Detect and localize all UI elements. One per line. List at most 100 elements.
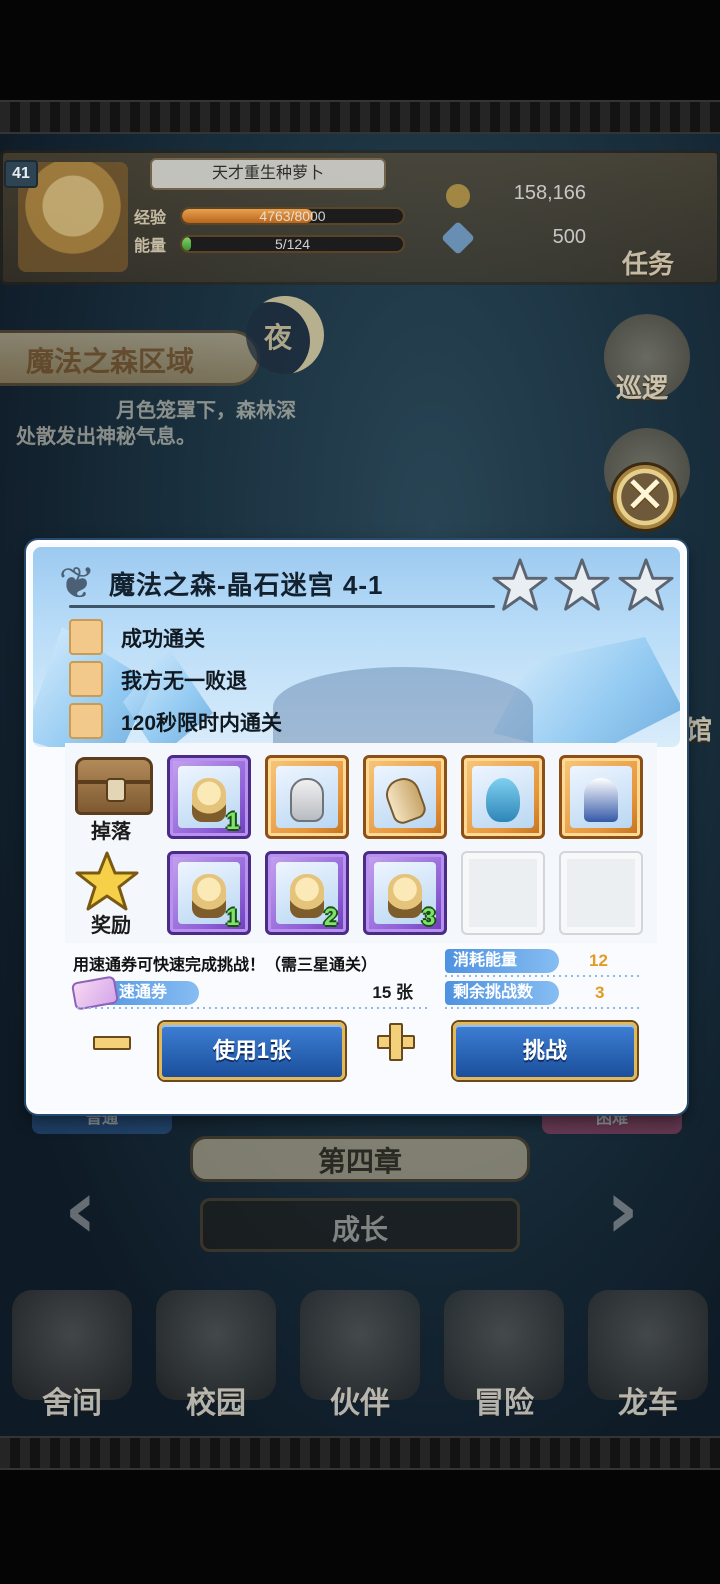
treasure-chest-icon	[75, 757, 153, 815]
top-border-pattern	[0, 100, 720, 134]
chapter-subtitle: 成长	[331, 1214, 388, 1245]
nav-item-house[interactable]: 舍间	[0, 1282, 144, 1432]
stage-star-3-icon	[618, 558, 674, 611]
character-shard-icon	[192, 778, 226, 822]
objective-checkbox	[69, 619, 103, 655]
dotted-divider	[77, 1007, 431, 1009]
challenge-button[interactable]: 挑战	[453, 1022, 637, 1080]
nav-item-school[interactable]: 校园	[144, 1282, 288, 1432]
reward-star-icon	[75, 851, 139, 911]
character-shard-icon	[388, 874, 422, 918]
region-description-line1: 月色笼罩下，森林深	[116, 400, 296, 422]
gold-amount: 158,166	[513, 182, 586, 204]
quick-pass-note: 用速通券可快速完成挑战！（需三星通关）	[73, 957, 378, 974]
title-underline	[69, 605, 495, 608]
drop-slot[interactable]	[559, 755, 643, 839]
objective-label: 成功通关	[121, 628, 205, 651]
rewards-area: 掉落 奖励 1 1 2 3	[65, 743, 657, 943]
currency-panel: 158,166 500	[440, 170, 600, 270]
nav-label: 冒险	[474, 1387, 534, 1420]
title-ornament-icon: ❦	[58, 558, 96, 609]
patrol-button[interactable]: 巡逻	[616, 368, 668, 405]
ticket-icon	[70, 975, 120, 1011]
region-description-line2: 处散发出神秘气息。	[16, 426, 196, 448]
exp-value: 4763/8000	[259, 208, 326, 224]
bottom-letterbox	[0, 1470, 720, 1584]
slot-count: 1	[226, 808, 240, 835]
slot-count: 3	[422, 904, 436, 931]
time-of-day-badge: 夜	[264, 322, 293, 353]
close-button[interactable]: ✕	[610, 462, 680, 532]
exp-row: 经验 4763/8000	[134, 204, 409, 228]
region-title: 魔法之森区域	[26, 346, 195, 377]
slot-count: 1	[226, 904, 240, 931]
objective-checkbox	[69, 703, 103, 739]
rewards-label: 奖励	[91, 915, 131, 937]
energy-value: 5/124	[274, 236, 311, 252]
ticket-row: 速通券 15 张	[70, 975, 431, 1011]
close-icon: ✕	[624, 466, 666, 524]
slot-art	[374, 766, 436, 828]
increase-button[interactable]	[375, 1021, 415, 1061]
gem-icon	[441, 221, 475, 255]
bottom-navigation: 舍间 校园 伙伴 冒险 龙车	[0, 1282, 720, 1432]
drop-slot[interactable]	[265, 755, 349, 839]
armor-icon	[290, 778, 324, 822]
side-partial-label[interactable]: 馆	[686, 710, 712, 747]
chapter-ribbon: 第四章 成长	[160, 1128, 560, 1258]
stage-star-1-icon	[492, 558, 548, 611]
drop-slot[interactable]: 1	[167, 755, 251, 839]
decrease-button[interactable]	[91, 1021, 131, 1061]
top-letterbox	[0, 0, 720, 100]
region-description: 月色笼罩下，森林深 处散发出神秘气息。	[16, 398, 296, 450]
drop-slot[interactable]	[461, 755, 545, 839]
next-chapter-arrow-icon[interactable]: ›	[606, 1170, 646, 1250]
slot-art	[276, 766, 338, 828]
slot-art	[570, 766, 632, 828]
game-screen: 41 天才重生种萝卜 经验 4763/8000 能量 5/124 158,166…	[0, 0, 720, 1584]
nav-label: 龙车	[618, 1387, 678, 1420]
stage-dialog: ❦ 魔法之森-晶石迷宫 4-1 成功通关 我方无一败退 120秒限时内通关 掉落	[26, 540, 687, 1114]
hat-icon	[486, 778, 520, 822]
remaining-value: 3	[595, 983, 605, 1002]
energy-cost-label: 消耗能量	[445, 949, 559, 973]
player-level: 41	[4, 160, 38, 188]
gem-amount: 500	[552, 226, 586, 248]
nav-item-adventure[interactable]: 冒险	[432, 1282, 576, 1432]
reward-slot[interactable]: 2	[265, 851, 349, 935]
dotted-divider	[445, 975, 643, 977]
energy-label: 能量	[134, 238, 167, 255]
character-shard-icon	[192, 874, 226, 918]
dotted-divider	[445, 1007, 643, 1009]
use-ticket-button[interactable]: 使用1张	[159, 1022, 345, 1080]
empty-slot	[559, 851, 643, 935]
remaining-label: 剩余挑战数	[445, 981, 559, 1005]
character-shard-icon	[290, 874, 324, 918]
nav-label: 校园	[186, 1387, 246, 1420]
cloak-icon	[584, 778, 618, 822]
reward-slot[interactable]: 3	[363, 851, 447, 935]
stage-title: 魔法之森-晶石迷宫 4-1	[109, 570, 384, 600]
prev-chapter-arrow-icon[interactable]: ‹	[64, 1170, 104, 1250]
energy-cost-value: 12	[589, 951, 608, 970]
nav-label: 伙伴	[330, 1387, 390, 1420]
nav-item-partner[interactable]: 伙伴	[288, 1282, 432, 1432]
stage-star-2-icon	[554, 558, 610, 611]
energy-row: 能量 5/124	[134, 232, 409, 256]
gold-coin-icon	[446, 184, 470, 208]
drops-label: 掉落	[91, 821, 131, 843]
slot-art	[472, 766, 534, 828]
scroll-icon	[381, 773, 429, 827]
reward-slot[interactable]: 1	[167, 851, 251, 935]
objective-checkbox	[69, 661, 103, 697]
empty-slot	[461, 851, 545, 935]
nav-item-dragon-cart[interactable]: 龙车	[576, 1282, 720, 1432]
remaining-row: 剩余挑战数 3	[445, 981, 643, 1009]
ticket-count: 15 张	[372, 983, 413, 1002]
chapter-title: 第四章	[317, 1146, 402, 1177]
drop-slot[interactable]	[363, 755, 447, 839]
task-button[interactable]: 任务	[622, 244, 674, 281]
objective-label: 120秒限时内通关	[121, 712, 283, 735]
player-name: 天才重生种萝卜	[150, 158, 386, 190]
nav-label: 舍间	[42, 1387, 102, 1420]
